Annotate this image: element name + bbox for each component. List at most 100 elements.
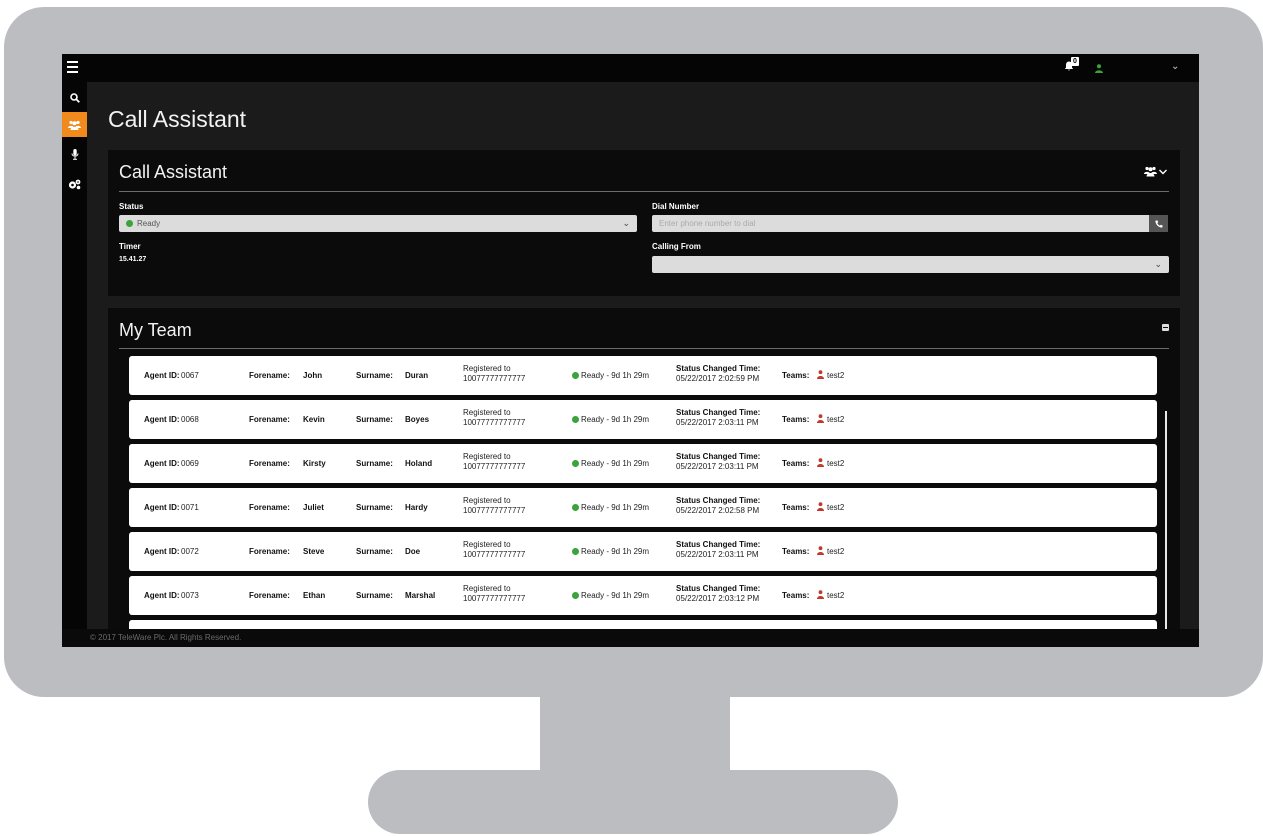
status-ready-dot [572, 416, 579, 423]
forename-label: Forename: [249, 459, 290, 468]
status-select[interactable]: Ready ⌄ [119, 215, 637, 232]
monitor-base [368, 770, 898, 834]
teams-label: Teams: [782, 415, 810, 424]
status-changed-label: Status Changed Time: [676, 540, 761, 549]
forename-label: Forename: [249, 547, 290, 556]
status-ready-dot [572, 504, 579, 511]
status-changed-label: Status Changed Time: [676, 496, 761, 505]
calling-from-label: Calling From [652, 242, 701, 251]
agent-status-text: Ready - 9d 1h 29m [581, 591, 650, 600]
chevron-down-icon: ⌄ [1154, 259, 1162, 269]
microphone-icon [71, 149, 78, 160]
team-selector-icon[interactable] [1144, 166, 1168, 177]
collapse-icon[interactable] [1162, 324, 1169, 331]
agent-id-value: 0073 [181, 591, 199, 600]
teams-label: Teams: [782, 459, 810, 468]
dial-number-label: Dial Number [652, 202, 700, 211]
teams-label: Teams: [782, 371, 810, 380]
team-name: test2 [827, 591, 845, 600]
registered-number: 10077777777777 [463, 594, 526, 603]
user-icon[interactable] [1095, 64, 1103, 73]
my-team-panel-title: My Team [119, 320, 192, 340]
status-ready-dot [572, 372, 579, 379]
chevron-down-icon[interactable]: ⌄ [1171, 61, 1179, 72]
registered-to-label: Registered to [463, 452, 511, 461]
teams-label: Teams: [782, 591, 810, 600]
timer-value: 15.41.27 [119, 256, 147, 263]
registered-to-label: Registered to [463, 408, 511, 417]
agent-list-scrollbar[interactable] [1165, 411, 1167, 647]
status-changed-label: Status Changed Time: [676, 364, 761, 373]
team-name: test2 [827, 459, 845, 468]
notification-count-badge: 0 [1071, 57, 1079, 66]
forename-label: Forename: [249, 415, 290, 424]
registered-to-label: Registered to [463, 540, 511, 549]
cogs-icon [68, 179, 81, 190]
status-ready-dot [572, 548, 579, 555]
agent-id-label: Agent ID: [144, 415, 180, 424]
sidebar [62, 82, 87, 647]
teams-label: Teams: [782, 503, 810, 512]
dial-button[interactable] [1149, 215, 1168, 232]
my-team-panel: My Team Agent ID: 0067 Forename: John Surnam… [108, 308, 1180, 647]
team-name: test2 [827, 503, 845, 512]
agent-status-text: Ready - 9d 1h 29m [581, 415, 650, 424]
hamburger-icon[interactable] [67, 61, 78, 73]
agent-status-text: Ready - 9d 1h 29m [581, 503, 650, 512]
status-ready-dot [126, 220, 133, 227]
forename-label: Forename: [249, 503, 290, 512]
agent-row[interactable]: Agent ID: 0068 Forename: Kevin Surname: Boyes… [129, 400, 1157, 439]
agent-id-label: Agent ID: [144, 591, 180, 600]
team-user-icon [817, 590, 824, 599]
agent-row[interactable]: Agent ID: 0069 Forename: Kirsty Surname: Hola… [129, 444, 1157, 483]
sidebar-item-settings[interactable] [62, 172, 87, 197]
surname-label: Surname: [356, 459, 393, 468]
surname-label: Surname: [356, 547, 393, 556]
sidebar-item-recordings[interactable] [62, 142, 87, 167]
team-name: test2 [827, 547, 845, 556]
dial-number-input[interactable]: Enter phone number to dial [652, 215, 1149, 232]
agent-row[interactable]: Agent ID: 0071 Forename: Juliet Surname: Hard… [129, 488, 1157, 527]
registered-number: 10077777777777 [463, 506, 526, 515]
status-changed-time: 05/22/2017 2:02:59 PM [676, 374, 760, 383]
surname-label: Surname: [356, 371, 393, 380]
surname-label: Surname: [356, 503, 393, 512]
top-bar: 0 ⌄ [62, 54, 1199, 82]
teams-label: Teams: [782, 547, 810, 556]
agent-row[interactable]: Agent ID: 0072 Forename: Steve Surname: Doe Re… [129, 532, 1157, 571]
status-changed-time: 05/22/2017 2:03:11 PM [676, 462, 759, 471]
registered-number: 10077777777777 [463, 550, 526, 559]
agent-status-text: Ready - 9d 1h 29m [581, 371, 650, 380]
status-changed-time: 05/22/2017 2:03:11 PM [676, 418, 759, 427]
status-changed-label: Status Changed Time: [676, 408, 761, 417]
surname-value: Holand [405, 459, 433, 468]
agent-id-value: 0071 [181, 503, 199, 512]
agent-row[interactable]: Agent ID: 0073 Forename: Ethan Surname: Marsh… [129, 576, 1157, 615]
sidebar-item-search[interactable] [62, 85, 87, 110]
surname-label: Surname: [356, 591, 393, 600]
agent-id-label: Agent ID: [144, 547, 180, 556]
agent-id-label: Agent ID: [144, 371, 180, 380]
sidebar-item-team[interactable] [62, 112, 87, 137]
calling-from-select[interactable]: ⌄ [652, 256, 1169, 273]
status-label: Status [119, 202, 144, 211]
surname-label: Surname: [356, 415, 393, 424]
registered-number: 10077777777777 [463, 418, 526, 427]
registered-to-label: Registered to [463, 364, 511, 373]
agent-id-label: Agent ID: [144, 459, 180, 468]
panel-divider [119, 348, 1169, 349]
agent-row[interactable]: Agent ID: 0067 Forename: John Surname: Duran R… [129, 356, 1157, 395]
agent-id-value: 0067 [181, 371, 199, 380]
agent-id-value: 0069 [181, 459, 199, 468]
team-name: test2 [827, 371, 845, 380]
status-changed-time: 05/22/2017 2:03:12 PM [676, 594, 760, 603]
call-assistant-panel: Call Assistant Status Ready ⌄ Timer 15.4… [108, 150, 1180, 296]
agent-id-label: Agent ID: [144, 503, 180, 512]
registered-to-label: Registered to [463, 584, 511, 593]
status-changed-label: Status Changed Time: [676, 452, 761, 461]
team-user-icon [817, 502, 824, 511]
forename-value: John [303, 371, 323, 380]
page-title: Call Assistant [108, 106, 247, 132]
team-user-icon [817, 546, 824, 555]
status-changed-time: 05/22/2017 2:03:11 PM [676, 550, 759, 559]
